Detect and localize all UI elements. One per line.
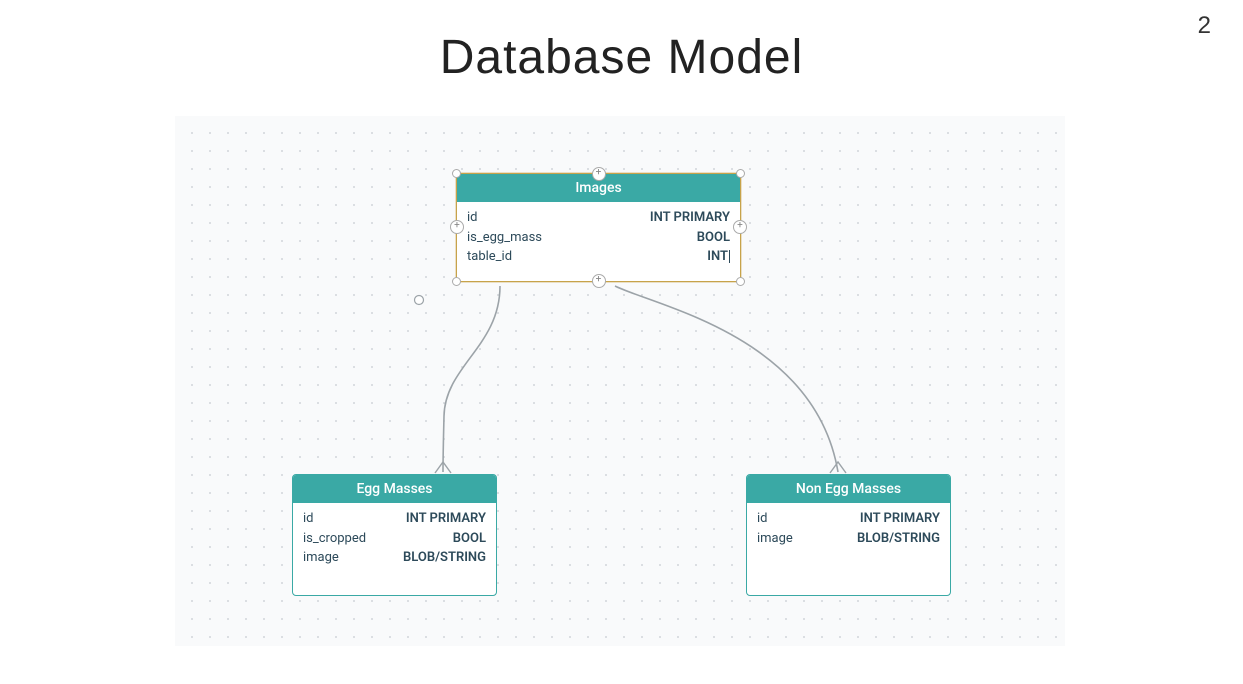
- column-name: id: [303, 509, 314, 529]
- slide-title: Database Model: [0, 30, 1243, 85]
- entity-egg-masses[interactable]: Egg Masses id INT PRIMARY is_cropped BOO…: [292, 474, 497, 596]
- entity-non-egg-masses[interactable]: Non Egg Masses id INT PRIMARY image BLOB…: [746, 474, 951, 596]
- port-left[interactable]: [450, 220, 464, 234]
- selection-handle[interactable]: [452, 169, 461, 178]
- entity-body[interactable]: id INT PRIMARY image BLOB/STRING: [747, 503, 950, 562]
- entity-body[interactable]: id INT PRIMARY is_cropped BOOL image BLO…: [293, 503, 496, 582]
- entity-images[interactable]: Images id INT PRIMARY is_egg_mass BOOL t…: [456, 173, 741, 282]
- column-name: id: [757, 509, 768, 529]
- column-name: is_egg_mass: [467, 228, 542, 248]
- column-row: image BLOB/STRING: [757, 529, 940, 549]
- column-row: id INT PRIMARY: [303, 509, 486, 529]
- selection-handle[interactable]: [452, 277, 461, 286]
- port-bottom[interactable]: [592, 274, 606, 288]
- column-type: INT PRIMARY: [406, 509, 486, 529]
- column-name: id: [467, 208, 478, 228]
- column-type: BLOB/STRING: [403, 548, 486, 568]
- column-name: image: [303, 548, 339, 568]
- column-row: is_cropped BOOL: [303, 529, 486, 549]
- column-row: is_egg_mass BOOL: [467, 228, 730, 248]
- entity-header: Non Egg Masses: [747, 475, 950, 503]
- column-type: BLOB/STRING: [857, 529, 940, 549]
- port-top[interactable]: [592, 167, 606, 181]
- column-row: id INT PRIMARY: [467, 208, 730, 228]
- port-right[interactable]: [733, 220, 747, 234]
- selection-handle[interactable]: [736, 277, 745, 286]
- column-row: id INT PRIMARY: [757, 509, 940, 529]
- column-row: image BLOB/STRING: [303, 548, 486, 568]
- column-name: table_id: [467, 247, 512, 267]
- entity-header: Egg Masses: [293, 475, 496, 503]
- diagram-canvas[interactable]: Images id INT PRIMARY is_egg_mass BOOL t…: [175, 116, 1065, 646]
- selection-handle[interactable]: [736, 169, 745, 178]
- entity-body[interactable]: id INT PRIMARY is_egg_mass BOOL table_id…: [457, 202, 740, 281]
- column-type: INT PRIMARY: [650, 208, 730, 228]
- column-name: is_cropped: [303, 529, 366, 549]
- text-cursor: [729, 250, 730, 263]
- column-name: image: [757, 529, 793, 549]
- column-type: BOOL: [453, 529, 486, 549]
- column-type: BOOL: [697, 228, 730, 248]
- column-row: table_id INT: [467, 247, 730, 267]
- column-type: INT PRIMARY: [860, 509, 940, 529]
- column-type: INT: [707, 247, 730, 267]
